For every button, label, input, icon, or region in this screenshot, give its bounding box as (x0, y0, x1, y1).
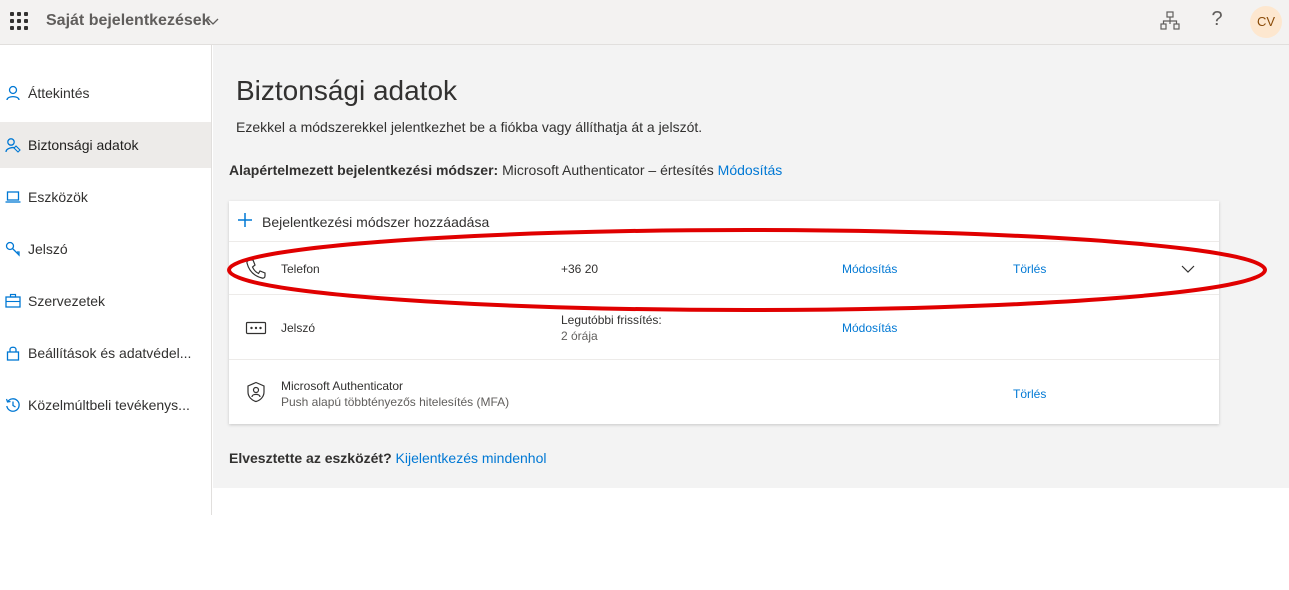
app-launcher-icon[interactable] (10, 12, 28, 30)
laptop-icon (5, 191, 21, 203)
method-description: Push alapú többtényezős hitelesítés (MFA… (281, 395, 510, 409)
main-content: Biztonsági adatok Ezekkel a módszerekkel… (213, 45, 1289, 488)
default-method-change-link[interactable]: Módosítás (718, 162, 783, 178)
method-change-link[interactable]: Módosítás (842, 262, 897, 276)
default-method-label: Alapértelmezett bejelentkezési módszer: (229, 162, 499, 178)
avatar[interactable]: CV (1250, 6, 1282, 38)
method-detail-secondary: 2 órája (561, 329, 598, 343)
sidebar-item-devices[interactable]: Eszközök (0, 174, 211, 220)
sidebar: Áttekintés Biztonsági adatok Eszközök Je… (0, 45, 212, 515)
add-method-label: Bejelentkezési módszer hozzáadása (262, 214, 490, 230)
methods-card: Bejelentkezési módszer hozzáadása Telefo… (229, 201, 1219, 424)
plus-icon (238, 213, 252, 227)
sidebar-item-security-info[interactable]: Biztonsági adatok (0, 122, 211, 168)
sidebar-item-overview[interactable]: Áttekintés (0, 70, 211, 116)
page-title: Biztonsági adatok (236, 75, 458, 106)
method-name: Jelszó (281, 321, 316, 335)
lost-device-line: Elvesztette az eszközét? Kijelentkezés m… (229, 450, 547, 466)
add-method-button[interactable]: Bejelentkezési módszer hozzáadása (229, 201, 1219, 242)
sidebar-item-label: Áttekintés (28, 85, 90, 101)
lock-icon (6, 346, 20, 361)
sidebar-item-organizations[interactable]: Szervezetek (0, 278, 211, 324)
sign-out-everywhere-link[interactable]: Kijelentkezés mindenhol (396, 450, 547, 466)
key-icon (5, 241, 20, 257)
default-method-value: Microsoft Authenticator – értesítés (502, 162, 714, 178)
phone-icon (246, 259, 266, 279)
sidebar-item-label: Beállítások és adatvédel... (28, 345, 192, 361)
organization-icon[interactable] (1160, 11, 1180, 31)
method-name: Telefon (281, 262, 320, 276)
default-method-line: Alapértelmezett bejelentkezési módszer: … (229, 162, 782, 178)
sidebar-item-label: Közelmúltbeli tevékenys... (28, 397, 190, 413)
page-subtitle: Ezekkel a módszerekkel jelentkezhet be a… (236, 119, 703, 135)
authenticator-icon (247, 381, 265, 403)
method-change-link[interactable]: Módosítás (842, 321, 897, 335)
sidebar-item-password[interactable]: Jelszó (0, 226, 211, 272)
chevron-down-icon[interactable] (206, 15, 220, 29)
briefcase-icon (5, 293, 21, 308)
chevron-down-icon[interactable] (1181, 262, 1195, 276)
security-info-icon (5, 138, 21, 153)
lost-device-label: Elvesztette az eszközét? (229, 450, 392, 466)
sidebar-item-settings-privacy[interactable]: Beállítások és adatvédel... (0, 330, 211, 376)
method-row-phone: Telefon +36 20 Módosítás Törlés (229, 242, 1219, 295)
history-icon (5, 398, 20, 412)
method-detail: Legutóbbi frissítés: (561, 313, 662, 327)
method-delete-link[interactable]: Törlés (1013, 387, 1046, 401)
method-detail: +36 20 (561, 262, 599, 276)
sidebar-item-recent-activity[interactable]: Közelmúltbeli tevékenys... (0, 382, 211, 428)
method-row-password: Jelszó Legutóbbi frissítés: 2 órája Módo… (229, 295, 1219, 360)
top-bar: Saját bejelentkezések ? CV (0, 0, 1289, 45)
help-icon[interactable]: ? (1209, 8, 1225, 31)
method-row-authenticator: Microsoft Authenticator Push alapú többt… (229, 360, 1219, 424)
method-delete-link[interactable]: Törlés (1013, 262, 1046, 276)
sidebar-item-label: Szervezetek (28, 293, 106, 309)
sidebar-item-label: Eszközök (28, 189, 88, 205)
sidebar-item-label: Biztonsági adatok (28, 137, 139, 153)
sidebar-item-label: Jelszó (28, 241, 68, 257)
password-icon (245, 321, 267, 335)
app-title[interactable]: Saját bejelentkezések (46, 12, 211, 30)
method-name: Microsoft Authenticator (281, 379, 404, 393)
person-icon (6, 85, 20, 101)
